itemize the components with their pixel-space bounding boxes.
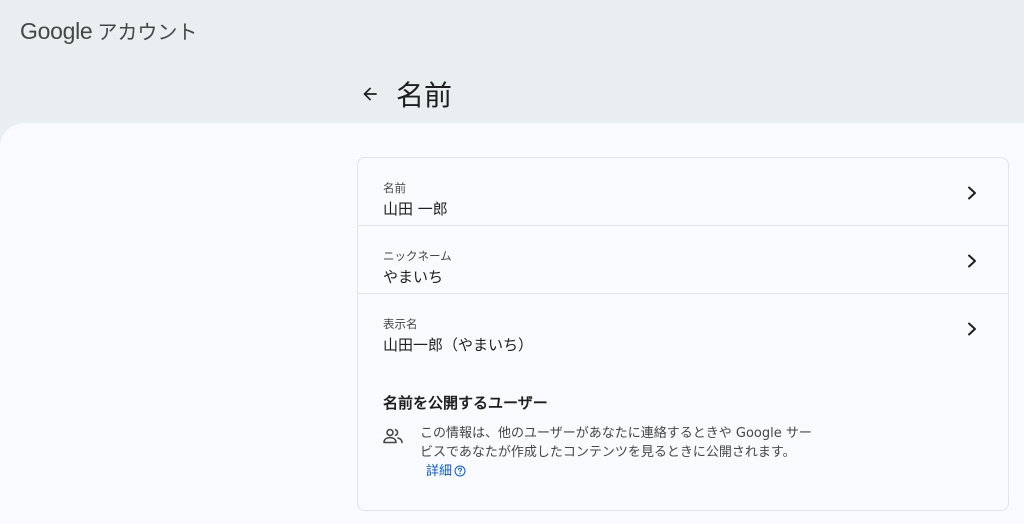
people-icon — [383, 428, 403, 444]
visibility-description: この情報は、他のユーザーがあなたに連絡するときや Google サービスであなた… — [420, 424, 820, 481]
name-label: 名前 — [383, 181, 406, 195]
page-title: 名前 — [396, 79, 453, 112]
learn-more-label: 詳細 — [426, 464, 453, 479]
account-wordmark: アカウント — [97, 20, 198, 44]
arrow-back-icon — [363, 87, 377, 101]
visibility-description-text: この情報は、他のユーザーがあなたに連絡するときや Google サービスであなた… — [420, 426, 812, 460]
display-name-row[interactable]: 表示名 山田一郎（やまいち） — [358, 294, 1008, 361]
name-visibility-section: 名前を公開するユーザー この情報は、他のユーザーがあなたに連絡するときや Goo… — [383, 392, 983, 479]
display-name-label: 表示名 — [383, 317, 418, 331]
top-bar: Google アカウント — [0, 0, 1024, 64]
name-settings-card: 名前 山田 一郎 ニックネーム やまいち 表示名 山田一郎（やまいち） 名前を公… — [357, 157, 1009, 511]
nickname-label: ニックネーム — [383, 249, 452, 263]
google-account-logo[interactable]: Google アカウント — [20, 16, 197, 45]
chevron-right-icon — [968, 322, 976, 336]
chevron-right-icon — [968, 186, 976, 200]
back-button[interactable] — [356, 80, 384, 108]
name-value: 山田 一郎 — [383, 200, 448, 218]
nickname-value: やまいち — [383, 268, 444, 286]
page-header: 名前 — [356, 74, 452, 114]
chevron-right-icon — [968, 254, 976, 268]
name-row[interactable]: 名前 山田 一郎 — [358, 158, 1008, 226]
help-circle-icon — [454, 465, 466, 477]
nickname-row[interactable]: ニックネーム やまいち — [358, 226, 1008, 294]
learn-more-link[interactable]: 詳細 — [426, 464, 466, 479]
display-name-value: 山田一郎（やまいち） — [383, 336, 534, 354]
google-wordmark: Google — [20, 18, 93, 44]
visibility-heading: 名前を公開するユーザー — [383, 394, 548, 412]
